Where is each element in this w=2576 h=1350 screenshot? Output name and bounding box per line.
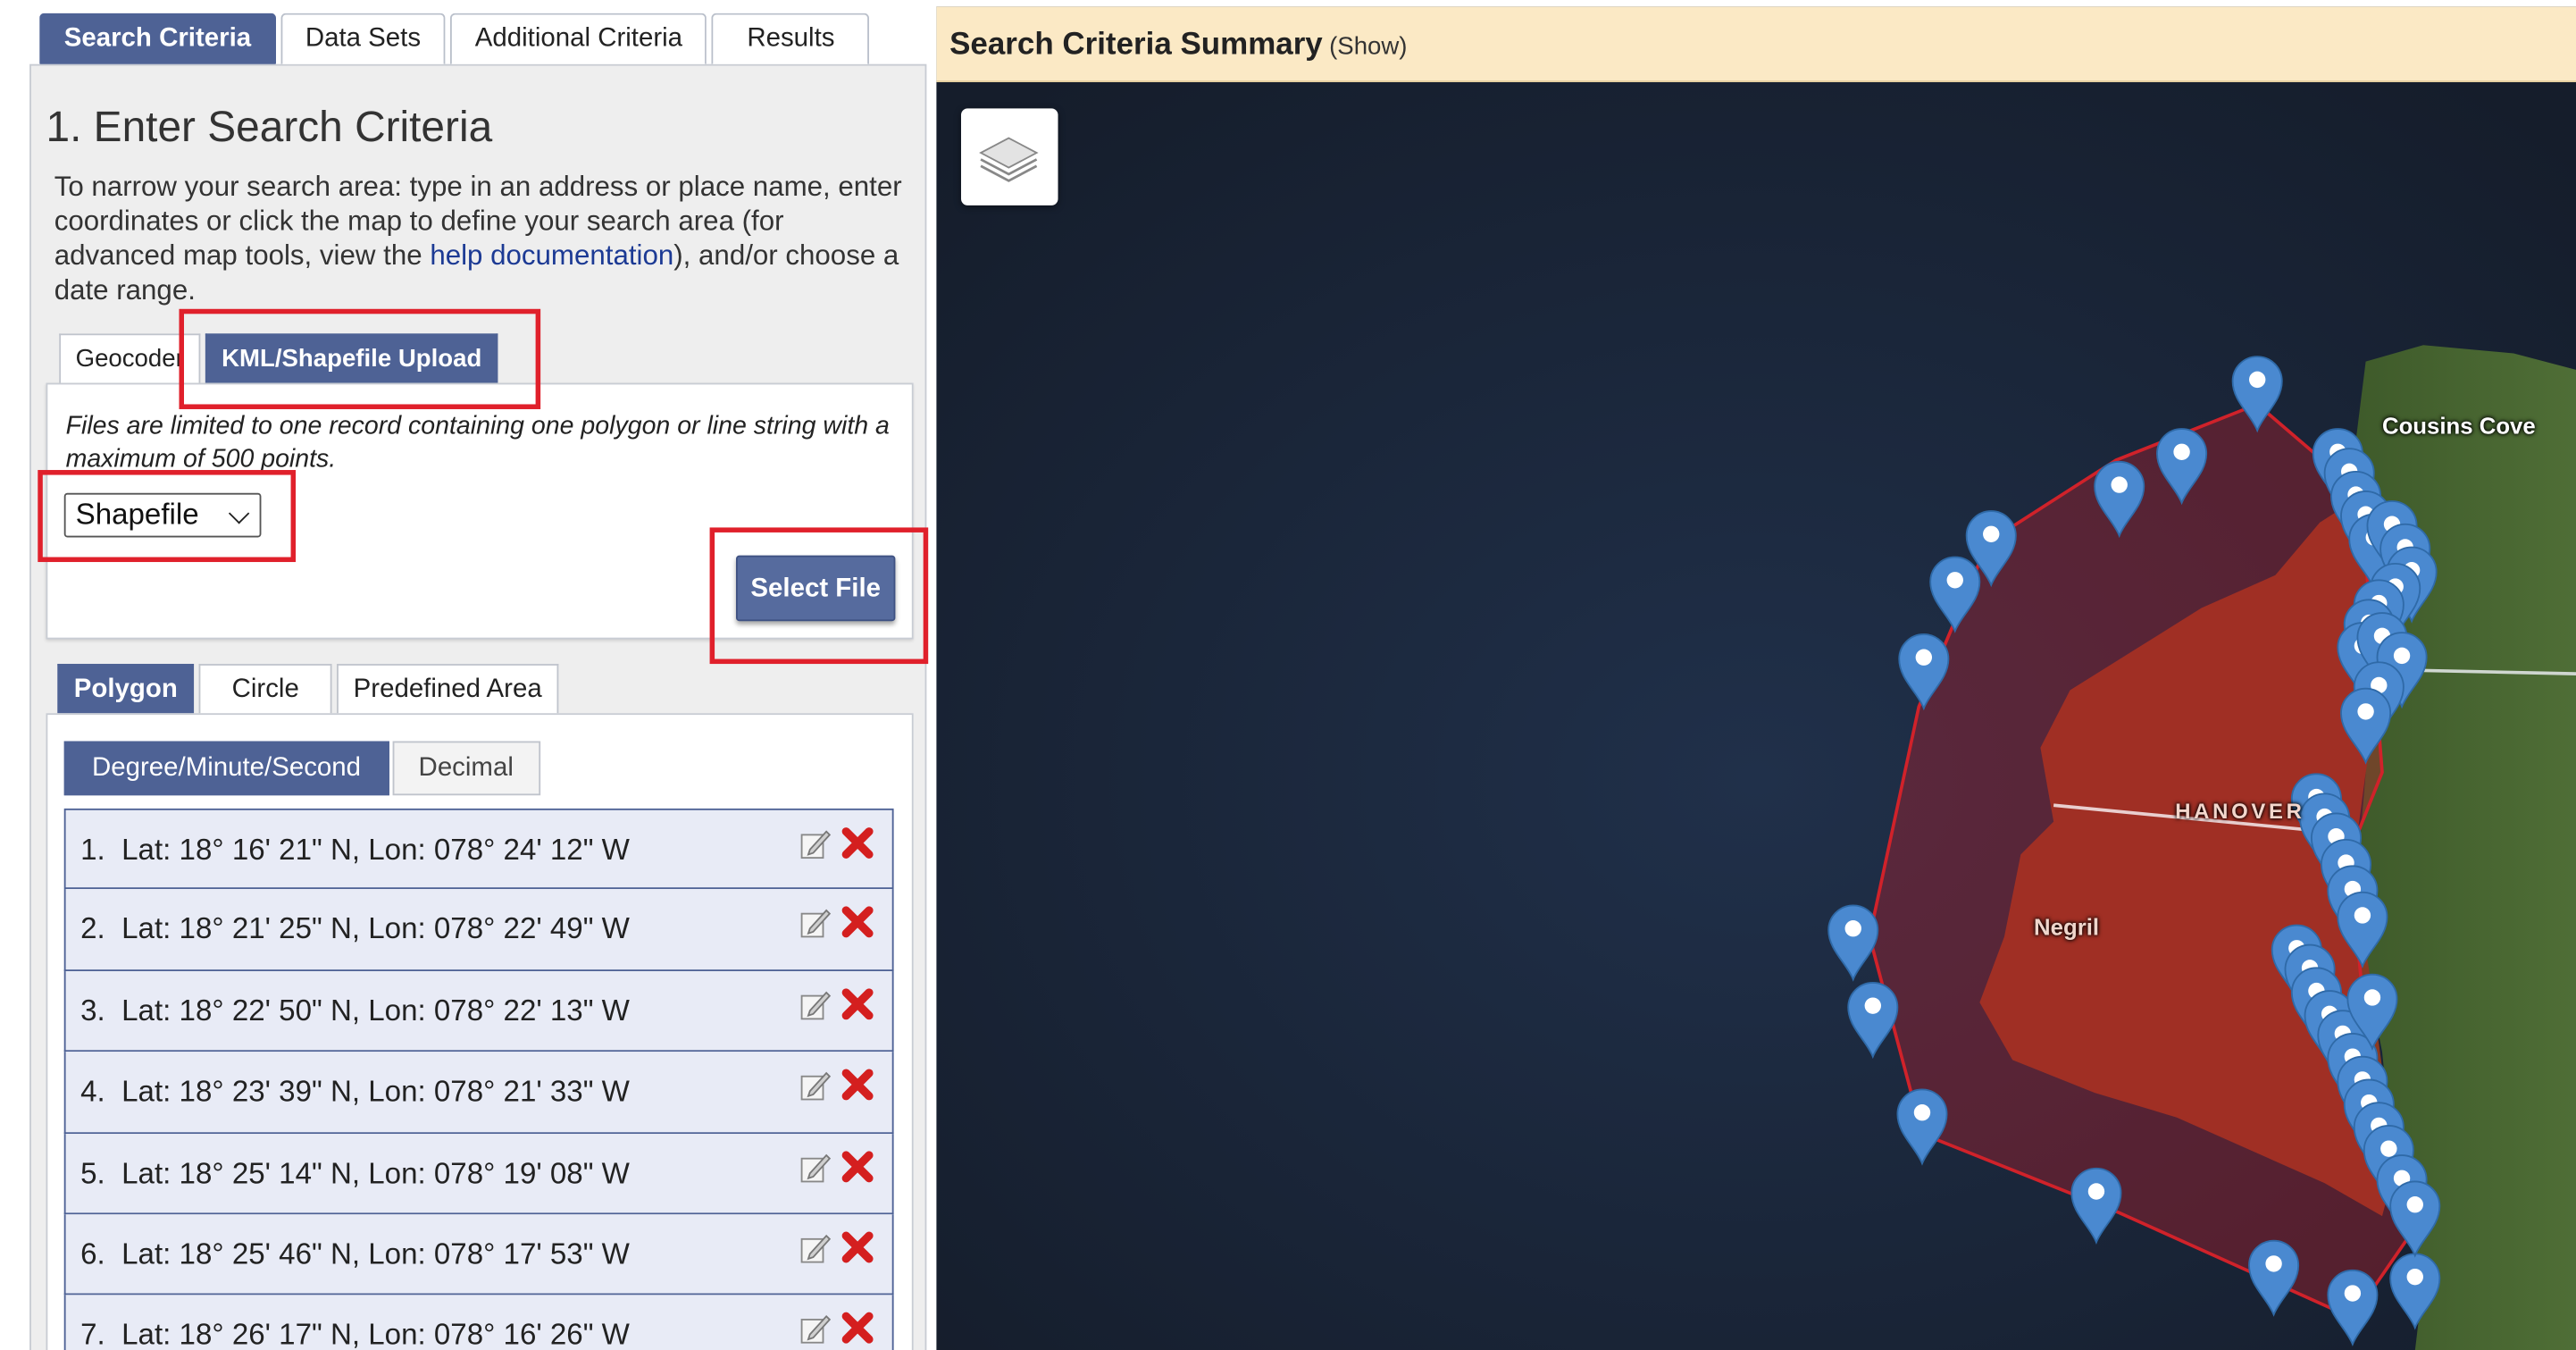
delete-icon[interactable] (840, 985, 875, 1021)
coordinate-format-tabs: Degree/Minute/Second Decimal (63, 741, 540, 796)
map-label-cousins-cove: Cousins Cove (2381, 412, 2536, 440)
edit-icon[interactable] (797, 906, 832, 942)
delete-icon[interactable] (840, 825, 875, 860)
app-root: Search Criteria Data Sets Additional Cri… (0, 0, 2576, 1350)
tab-results[interactable]: Results (712, 13, 870, 64)
highlight-upload-tab (179, 308, 541, 409)
layers-icon (979, 137, 1039, 182)
delete-icon[interactable] (840, 904, 875, 940)
map-title-text: Search Criteria Summary (949, 28, 1323, 63)
delete-icon[interactable] (840, 1067, 875, 1103)
delete-icon[interactable] (840, 1311, 875, 1346)
coordinate-row: 7. Lat: 18° 26' 17" N, Lon: 078° 16' 26"… (63, 1295, 894, 1350)
edit-icon[interactable] (797, 1069, 832, 1104)
tab-decimal[interactable]: Decimal (391, 741, 540, 796)
edit-icon[interactable] (797, 1150, 832, 1186)
map-label-negril: Negril (2034, 913, 2100, 941)
tab-data-sets[interactable]: Data Sets (280, 13, 446, 64)
layers-button[interactable] (960, 108, 1058, 205)
map-header[interactable]: Search Criteria Summary (Show) (936, 6, 2576, 82)
coordinate-text: 7. Lat: 18° 26' 17" N, Lon: 078° 16' 26"… (80, 1318, 630, 1350)
map-label-hanover: HANOVER (2175, 798, 2305, 824)
edit-icon[interactable] (797, 1312, 832, 1347)
tab-degree-minute-second[interactable]: Degree/Minute/Second (63, 741, 389, 796)
coordinate-row: 5. Lat: 18° 25' 14" N, Lon: 078° 19' 08"… (63, 1133, 894, 1215)
coordinate-list: 1. Lat: 18° 16' 21" N, Lon: 078° 24' 12"… (63, 808, 894, 1350)
search-panel: Search Criteria Data Sets Additional Cri… (0, 0, 930, 1350)
coordinate-text: 2. Lat: 18° 21' 25" N, Lon: 078° 22' 49"… (80, 912, 630, 946)
map-canvas[interactable] (936, 81, 2576, 1350)
upload-note: Files are limited to one record containi… (65, 412, 890, 474)
coordinate-row: 3. Lat: 18° 22' 50" N, Lon: 078° 22' 13"… (63, 970, 894, 1052)
coordinate-text: 6. Lat: 18° 25' 46" N, Lon: 078° 17' 53"… (80, 1237, 630, 1270)
main-tabs: Search Criteria Data Sets Additional Cri… (39, 13, 870, 64)
tab-polygon[interactable]: Polygon (57, 664, 195, 716)
coordinate-row: 6. Lat: 18° 25' 46" N, Lon: 078° 17' 53"… (63, 1214, 894, 1296)
map-header-title: Search Criteria Summary (Show) (949, 28, 1407, 63)
highlight-select-file (709, 527, 929, 665)
help-documentation-link[interactable]: help documentation (430, 240, 673, 272)
edit-icon[interactable] (797, 826, 832, 862)
map-panel: Search Criteria Summary (Show) Cousins C… (936, 6, 2576, 1350)
coordinate-row: 2. Lat: 18° 21' 25" N, Lon: 078° 22' 49"… (63, 889, 894, 971)
coordinate-text: 3. Lat: 18° 22' 50" N, Lon: 078° 22' 13"… (80, 994, 630, 1027)
coordinate-text: 4. Lat: 18° 23' 39" N, Lon: 078° 21' 33"… (80, 1075, 630, 1109)
coordinate-text: 5. Lat: 18° 25' 14" N, Lon: 078° 19' 08"… (80, 1156, 630, 1189)
area-type-tabs: Polygon Circle Predefined Area (57, 664, 559, 716)
section-title: 1. Enter Search Criteria (46, 102, 493, 152)
tab-search-criteria[interactable]: Search Criteria (39, 13, 276, 64)
highlight-format-select (38, 470, 297, 563)
tab-circle[interactable]: Circle (198, 664, 332, 716)
tab-predefined-area[interactable]: Predefined Area (337, 664, 559, 716)
map-show-toggle[interactable]: (Show) (1329, 33, 1407, 61)
delete-icon[interactable] (840, 1148, 875, 1184)
coordinate-text: 1. Lat: 18° 16' 21" N, Lon: 078° 24' 12"… (80, 833, 630, 867)
tab-additional-criteria[interactable]: Additional Criteria (450, 13, 707, 64)
delete-icon[interactable] (840, 1229, 875, 1265)
edit-icon[interactable] (797, 1231, 832, 1267)
intro-text: To narrow your search area: type in an a… (54, 169, 908, 307)
coordinate-row: 4. Lat: 18° 23' 39" N, Lon: 078° 21' 33"… (63, 1052, 894, 1134)
edit-icon[interactable] (797, 987, 832, 1023)
coordinate-row: 1. Lat: 18° 16' 21" N, Lon: 078° 24' 12"… (63, 808, 894, 890)
